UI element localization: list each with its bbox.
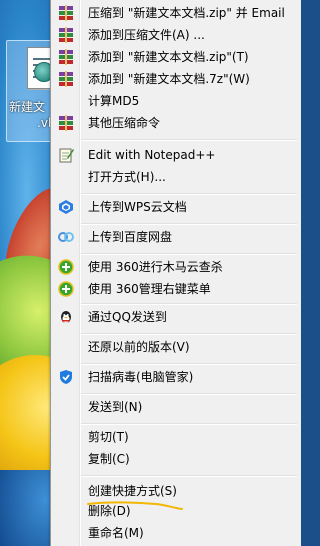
menu-separator [81, 139, 297, 141]
menu-item-wps-cloud[interactable]: 上传到WPS云文档 [53, 196, 299, 218]
tencent-shield-icon [60, 370, 72, 384]
menu-item-360-scan[interactable]: 使用 360进行木马云查杀 [53, 256, 299, 278]
menu-item-edit-notepadpp[interactable]: Edit with Notepad++ [53, 144, 299, 166]
menu-item-copy[interactable]: 复制(C) [53, 448, 299, 470]
wps-cloud-icon [59, 200, 73, 214]
menu-item-cut[interactable]: 剪切(T) [53, 426, 299, 448]
360-icon [58, 281, 74, 297]
menu-item-baidu-netdisk[interactable]: 上传到百度网盘 [53, 226, 299, 248]
context-menu: 压缩到 "新建文本文档.zip" 并 Email 添加到压缩文件(A) ... … [50, 0, 301, 546]
menu-item-scan-virus[interactable]: 扫描病毒(电脑管家) [53, 366, 299, 388]
menu-item-rename[interactable]: 重命名(M) [53, 522, 299, 544]
menu-separator [81, 333, 297, 335]
winrar-books-icon [59, 71, 73, 87]
menu-item-360-manage[interactable]: 使用 360管理右键菜单 [53, 278, 299, 300]
menu-item-compress-email[interactable]: 压缩到 "新建文本文档.zip" 并 Email [53, 2, 299, 24]
winrar-books-icon [59, 27, 73, 43]
menu-item-add-to-7z[interactable]: 添加到 "新建文本文档.7z"(W) [53, 68, 299, 90]
qq-penguin-icon [61, 311, 71, 323]
menu-separator [81, 193, 297, 195]
menu-item-other-compress[interactable]: 其他压缩命令 [53, 112, 299, 134]
highlight-underline-annotation [87, 501, 183, 510]
menu-item-add-to-zip[interactable]: 添加到 "新建文本文档.zip"(T) [53, 46, 299, 68]
menu-separator [81, 475, 297, 477]
menu-separator [81, 423, 297, 425]
winrar-books-icon [59, 49, 73, 65]
360-icon [58, 259, 74, 275]
baidu-netdisk-icon [58, 232, 74, 242]
menu-separator [81, 253, 297, 255]
menu-separator [81, 393, 297, 395]
menu-item-add-to-archive[interactable]: 添加到压缩文件(A) ... [53, 24, 299, 46]
notepadpp-icon [59, 148, 74, 163]
menu-item-restore-versions[interactable]: 还原以前的版本(V) [53, 336, 299, 358]
winrar-books-icon [59, 5, 73, 21]
menu-item-qq-send[interactable]: 通过QQ发送到 [53, 306, 299, 328]
menu-item-send-to[interactable]: 发送到(N) [53, 396, 299, 418]
menu-item-md5[interactable]: 计算MD5 [53, 90, 299, 112]
menu-separator [81, 363, 297, 365]
winrar-books-icon [59, 115, 73, 131]
menu-separator [81, 303, 297, 305]
menu-item-open-with[interactable]: 打开方式(H)... [53, 166, 299, 188]
menu-separator [81, 223, 297, 225]
